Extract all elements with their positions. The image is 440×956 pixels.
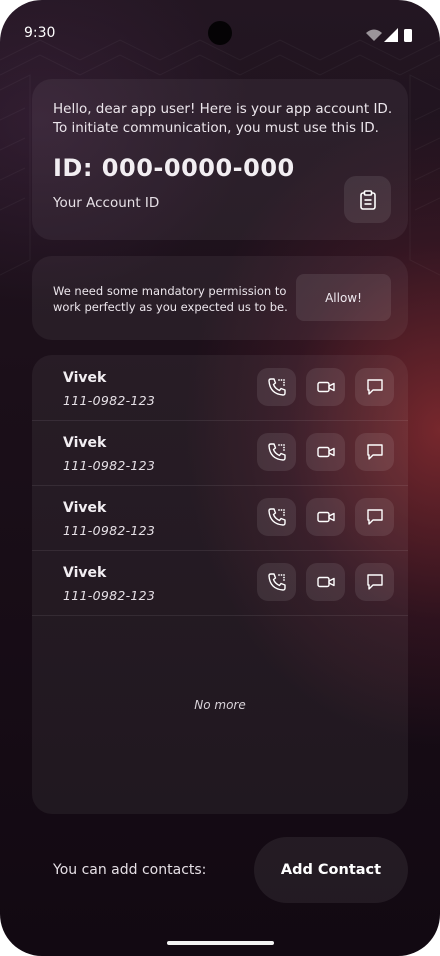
- video-icon: [316, 381, 335, 393]
- contact-row[interactable]: Vivek 111-0982-123: [32, 420, 408, 486]
- phone-call-icon: [267, 378, 286, 396]
- message-button[interactable]: [355, 498, 394, 536]
- video-icon: [316, 511, 335, 523]
- contact-phone: 111-0982-123: [63, 393, 156, 408]
- status-time: 9:30: [24, 25, 56, 41]
- phone-call-icon: [267, 573, 286, 591]
- app-screen: 9:30 Hello, dear app user! Here is your …: [0, 0, 440, 956]
- contact-phone: 111-0982-123: [63, 523, 156, 538]
- system-status-icons: [366, 28, 412, 42]
- video-icon: [316, 576, 335, 588]
- status-bar: 9:30: [0, 0, 440, 60]
- message-button[interactable]: [355, 433, 394, 471]
- call-button[interactable]: [257, 368, 296, 406]
- video-call-button[interactable]: [306, 368, 345, 406]
- add-contact-prompt: You can add contacts:: [53, 862, 207, 878]
- message-icon: [366, 574, 383, 590]
- video-icon: [316, 446, 335, 458]
- allow-button[interactable]: Allow!: [296, 274, 391, 321]
- clipboard-icon: [359, 189, 376, 210]
- permission-message: We need some mandatory permission to wor…: [53, 284, 288, 314]
- contact-name: Vivek: [63, 500, 107, 516]
- video-call-button[interactable]: [306, 433, 345, 471]
- list-end-text: No more: [194, 698, 246, 712]
- front-camera: [208, 21, 232, 45]
- video-call-button[interactable]: [306, 498, 345, 536]
- account-id-wrap: ID: 000-0000-000: [53, 154, 295, 182]
- contacts-list: Vivek 111-0982-123 Vivek 111-0982-123 Vi…: [32, 355, 408, 814]
- phone-call-icon: [267, 508, 286, 526]
- contact-name: Vivek: [63, 435, 107, 451]
- copy-id-button[interactable]: [344, 176, 391, 223]
- battery-icon: [404, 29, 412, 42]
- home-indicator[interactable]: [167, 941, 274, 945]
- contact-phone: 111-0982-123: [63, 588, 156, 603]
- contact-row[interactable]: Vivek 111-0982-123: [32, 485, 408, 551]
- contact-phone: 111-0982-123: [63, 458, 156, 473]
- call-button[interactable]: [257, 563, 296, 601]
- message-button[interactable]: [355, 368, 394, 406]
- permission-card: We need some mandatory permission to wor…: [32, 256, 408, 340]
- phone-call-icon: [267, 443, 286, 461]
- intro-text: Hello, dear app user! Here is your app a…: [53, 101, 393, 136]
- call-button[interactable]: [257, 498, 296, 536]
- message-button[interactable]: [355, 563, 394, 601]
- wifi-icon: [366, 29, 382, 41]
- contact-name: Vivek: [63, 370, 107, 386]
- message-icon: [366, 379, 383, 395]
- signal-icon: [384, 28, 398, 42]
- account-id-value: ID: 000-0000-000: [53, 154, 295, 182]
- call-button[interactable]: [257, 433, 296, 471]
- contact-name: Vivek: [63, 565, 107, 581]
- contact-row[interactable]: Vivek 111-0982-123: [32, 550, 408, 616]
- account-id-label: Your Account ID: [53, 195, 160, 211]
- message-icon: [366, 444, 383, 460]
- message-icon: [366, 509, 383, 525]
- add-contact-button[interactable]: Add Contact: [254, 837, 408, 903]
- contact-row[interactable]: Vivek 111-0982-123: [32, 355, 408, 421]
- video-call-button[interactable]: [306, 563, 345, 601]
